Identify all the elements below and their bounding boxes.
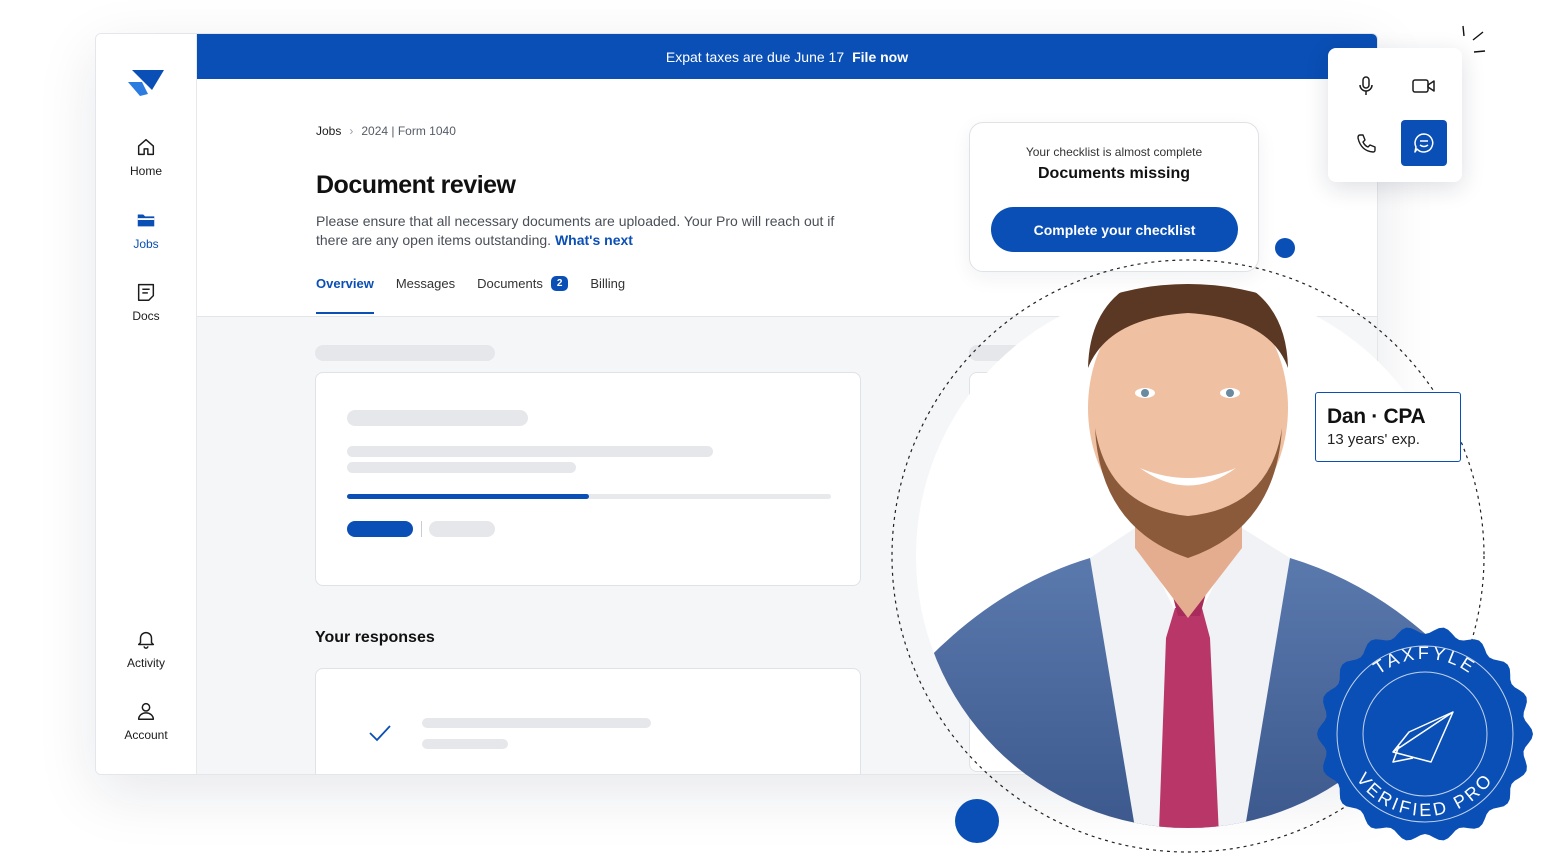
page-title: Document review [316, 171, 516, 199]
sidebar-item-docs[interactable]: Docs [96, 281, 196, 323]
sidebar-item-jobs[interactable]: Jobs [96, 209, 196, 251]
home-icon [137, 138, 155, 156]
microphone-button[interactable] [1343, 63, 1389, 109]
document-progress-card [315, 372, 861, 586]
user-icon [137, 702, 155, 720]
checkmark-icon [369, 725, 391, 742]
verified-pro-seal-icon: TAXFYLE VERIFIED PRO [1317, 627, 1533, 841]
response-card [315, 668, 861, 774]
tab-documents[interactable]: Documents 2 [477, 276, 569, 314]
tab-label: Messages [395, 276, 456, 291]
sidebar-item-label: Home [129, 164, 162, 178]
folder-icon [137, 214, 155, 227]
skeleton-primary-button [347, 521, 413, 537]
chevron-right-icon: › [349, 124, 354, 138]
video-camera-icon [1412, 79, 1435, 93]
divider [421, 521, 422, 537]
document-icon [137, 283, 155, 301]
breadcrumb-jobs-link[interactable]: Jobs [316, 124, 341, 138]
tab-overview[interactable]: Overview [316, 276, 374, 314]
whats-next-link[interactable]: What's next [555, 232, 633, 248]
pro-name-tag: Dan · CPA 13 years' exp. [1315, 392, 1461, 462]
sidebar-item-label: Docs [132, 309, 160, 323]
skeleton-secondary-button [429, 521, 495, 537]
complete-checklist-button[interactable]: Complete your checklist [991, 207, 1238, 252]
microphone-icon [1359, 76, 1373, 95]
bell-icon [137, 631, 155, 649]
tab-label: Billing [590, 276, 626, 291]
sidebar-item-label: Jobs [133, 237, 159, 251]
decorative-dot [1275, 238, 1295, 258]
chat-icon [1414, 133, 1434, 153]
tab-label: Overview [316, 276, 374, 291]
taxfyle-logo-icon[interactable] [126, 66, 166, 98]
sidebar-item-activity[interactable]: Activity [96, 628, 196, 670]
progress-track [347, 494, 831, 499]
communication-panel [1328, 48, 1462, 182]
sidebar: Home Jobs Docs Activity Account [96, 34, 197, 774]
sidebar-item-label: Activity [126, 656, 165, 670]
skeleton-line [422, 739, 508, 749]
banner-text: Expat taxes are due June 17 [665, 48, 845, 65]
tab-billing[interactable]: Billing [590, 276, 625, 314]
checklist-subtitle: Your checklist is almost complete [1025, 145, 1203, 159]
sidebar-item-home[interactable]: Home [96, 136, 196, 178]
sidebar-item-label: Account [124, 728, 168, 742]
announcement-banner: Expat taxes are due June 17 File now [197, 34, 1377, 79]
breadcrumb-current: 2024 | Form 1040 [361, 124, 456, 138]
checklist-card: Your checklist is almost complete Docume… [969, 122, 1259, 272]
tab-messages[interactable]: Messages [396, 276, 455, 314]
file-now-link[interactable]: File now [852, 49, 908, 65]
responses-title: Your responses [315, 629, 435, 646]
progress-fill [347, 494, 589, 499]
checklist-title: Documents missing [1037, 165, 1191, 182]
sidebar-item-account[interactable]: Account [96, 700, 196, 742]
phone-call-button[interactable] [1343, 120, 1389, 166]
video-call-button[interactable] [1401, 63, 1447, 109]
breadcrumb: Jobs › 2024 | Form 1040 [316, 124, 456, 138]
chat-button[interactable] [1401, 120, 1447, 166]
tab-label: Documents [477, 276, 543, 291]
skeleton-line [422, 718, 651, 728]
phone-icon [1357, 134, 1376, 153]
tab-bar: Overview Messages Documents 2 Billing [316, 276, 625, 314]
skeleton-line [347, 462, 576, 473]
documents-count-badge: 2 [550, 276, 569, 291]
skeleton-heading [315, 345, 495, 361]
skeleton-line [347, 446, 713, 457]
pro-experience: 13 years' exp. [1327, 431, 1420, 448]
page-description: Please ensure that all necessary documen… [316, 212, 856, 250]
pro-name: Dan · CPA [1327, 405, 1426, 428]
skeleton-line [347, 410, 528, 426]
